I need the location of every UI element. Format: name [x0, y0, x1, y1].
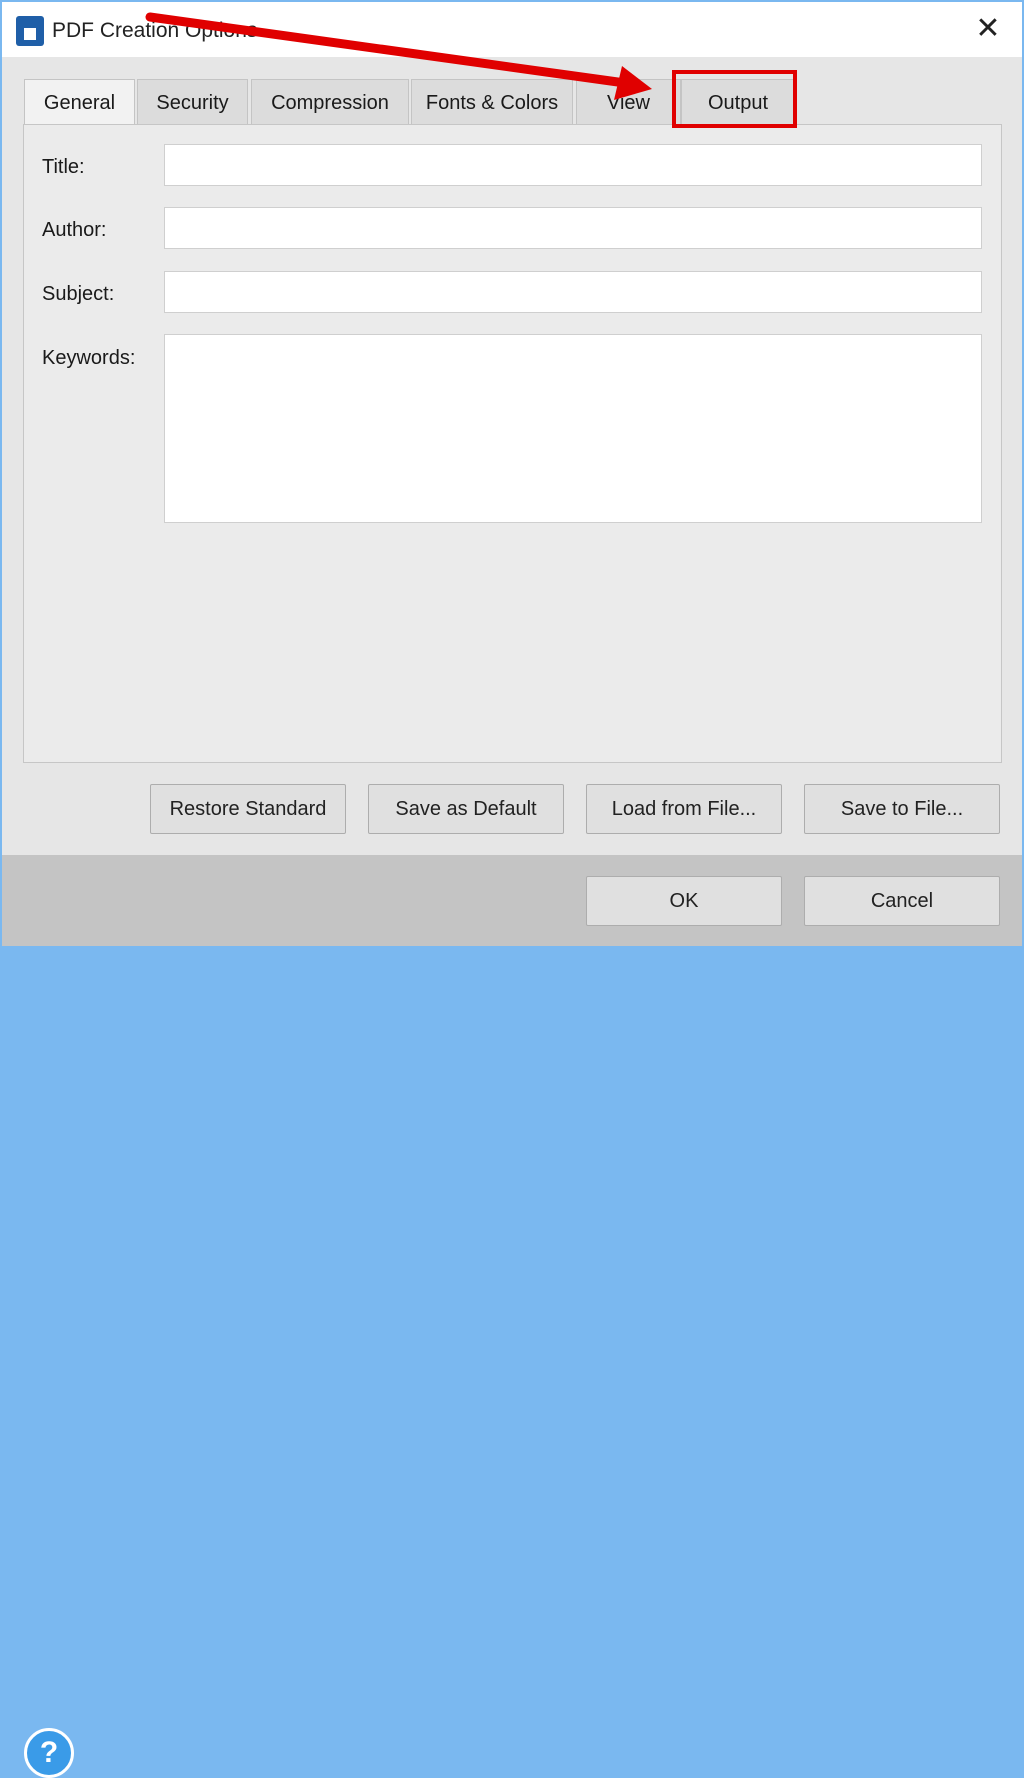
- title-input[interactable]: [164, 144, 982, 186]
- window-title: PDF Creation Options: [52, 19, 258, 42]
- restore-standard-button[interactable]: Restore Standard: [150, 784, 346, 834]
- help-icon[interactable]: ?: [24, 1728, 74, 1778]
- ok-button[interactable]: OK: [586, 876, 782, 926]
- keywords-label: Keywords:: [42, 347, 136, 369]
- close-icon[interactable]: ✕: [972, 14, 1004, 46]
- tab-fonts-colors[interactable]: Fonts & Colors: [411, 79, 573, 125]
- save-to-file-button[interactable]: Save to File...: [804, 784, 1000, 834]
- dialog-window: PDF Creation Options ✕ General Security …: [2, 2, 1022, 1778]
- app-icon: [16, 16, 44, 46]
- tab-view[interactable]: View: [576, 79, 681, 125]
- save-as-default-button[interactable]: Save as Default: [368, 784, 564, 834]
- tab-security[interactable]: Security: [137, 79, 248, 125]
- author-input[interactable]: [164, 207, 982, 249]
- tab-output[interactable]: Output: [681, 79, 795, 125]
- cancel-button[interactable]: Cancel: [804, 876, 1000, 926]
- title-bar: PDF Creation Options ✕: [2, 2, 1022, 57]
- subject-input[interactable]: [164, 271, 982, 313]
- tab-compression[interactable]: Compression: [251, 79, 409, 125]
- subject-label: Subject:: [42, 283, 115, 305]
- tab-general[interactable]: General: [24, 79, 135, 126]
- author-label: Author:: [42, 219, 107, 241]
- keywords-textarea[interactable]: [164, 334, 982, 523]
- load-from-file-button[interactable]: Load from File...: [586, 784, 782, 834]
- title-label: Title:: [42, 156, 85, 178]
- footer-bar: ? OK Cancel: [2, 855, 1022, 1778]
